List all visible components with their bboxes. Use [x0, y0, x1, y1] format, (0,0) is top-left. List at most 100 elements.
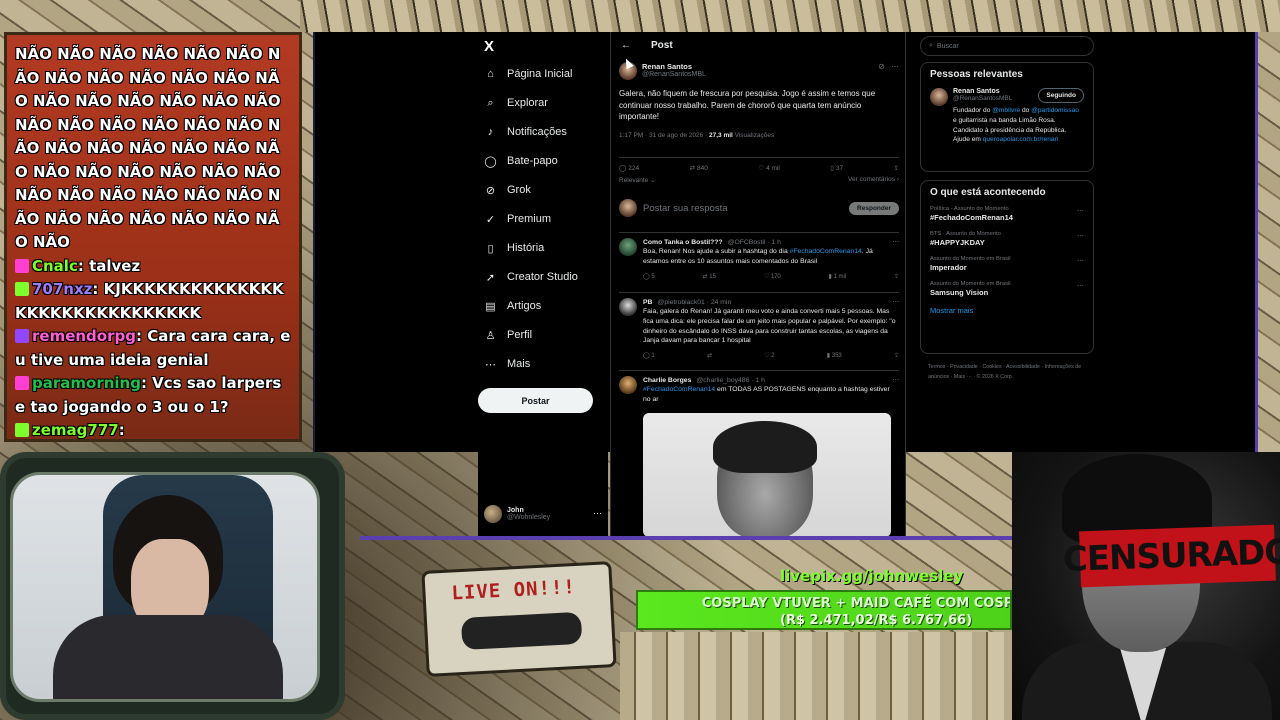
- person-handle[interactable]: @RenanSantosMBL: [953, 95, 1012, 102]
- reply-action[interactable]: ◯ 1: [643, 352, 655, 359]
- chat-message: remendorpg: Cara cara cara, eu tive uma …: [15, 325, 291, 372]
- sidebar-item-artigos[interactable]: ▤ Artigos: [484, 296, 541, 316]
- show-more-link[interactable]: Mostrar mais: [930, 306, 1084, 315]
- post-meta: 1:17 PM · 31 de ago de 2026 · 27,3 mil V…: [619, 132, 899, 139]
- sidebar-item-grok[interactable]: ⊘ Grok: [484, 180, 531, 200]
- reply-count: 5: [651, 273, 655, 280]
- person-name[interactable]: Renan Santos: [953, 88, 1012, 95]
- hashtag-link[interactable]: #FechadoComRenan14: [790, 248, 862, 255]
- sidebar-item-label: Explorar: [507, 97, 548, 109]
- follow-button[interactable]: Seguindo: [1038, 88, 1084, 103]
- reply-post[interactable]: Como Tanka o Bostil??? @OFCBostil · 1 h ⋯ B…: [619, 232, 899, 280]
- sidebar-item-mais[interactable]: ⋯ Mais: [484, 354, 530, 374]
- reply-image[interactable]: [643, 413, 891, 536]
- sidebar-item-hist-ria[interactable]: ▯ História: [484, 238, 544, 258]
- bio-link[interactable]: queroapoiar.com.br/renan: [983, 136, 1059, 143]
- chat-username[interactable]: remendorpg: [32, 327, 136, 345]
- avatar[interactable]: [930, 88, 948, 106]
- sidebar-item-creator-studio[interactable]: ➚ Creator Studio: [484, 267, 578, 287]
- share-icon[interactable]: ⇪: [894, 273, 899, 280]
- trend-item[interactable]: Assunto do Momento em Brasil Imperador ⋯: [930, 256, 1084, 272]
- reply-author-handle[interactable]: @OFCBostil · 1 h: [728, 239, 781, 246]
- more-icon[interactable]: ⋯: [892, 376, 899, 384]
- views-action[interactable]: ▮ 1 mil: [829, 273, 847, 280]
- more-icon[interactable]: ⋯: [1077, 257, 1084, 265]
- account-switcher[interactable]: John @Wohnlesley ⋯: [484, 502, 602, 526]
- more-icon[interactable]: ⋯: [1077, 207, 1084, 215]
- bio-link[interactable]: @partidomissao: [1031, 107, 1079, 114]
- reply-author-handle[interactable]: @charlie_boy486 · 1 h: [696, 377, 765, 384]
- sidebar-item-perfil[interactable]: ♙ Perfil: [484, 325, 533, 345]
- bio-link[interactable]: @mblivre: [992, 107, 1020, 114]
- reply-button[interactable]: Responder: [849, 201, 899, 215]
- browser-bottom-border: [360, 536, 1012, 540]
- reply-icon: ◯: [619, 165, 627, 172]
- hashtag-link[interactable]: #FechadoComRenan14: [643, 386, 715, 393]
- post-author-handle[interactable]: @RenanSantosMBL: [642, 71, 706, 78]
- like-action[interactable]: ♡ 4 mil: [758, 163, 780, 173]
- reply-author-name[interactable]: Como Tanka o Bostil???: [643, 239, 723, 246]
- chat-username[interactable]: Cnalc: [32, 257, 78, 275]
- share-icon[interactable]: ⇪: [894, 163, 899, 173]
- chat-username[interactable]: zemag777: [32, 421, 119, 439]
- like-action[interactable]: ♡ 170: [764, 273, 781, 280]
- chat-message: Cnalc: talvez: [15, 255, 291, 279]
- more-icon: ⋯: [485, 358, 496, 371]
- donation-goal-amount: (R$ 2.471,02/R$ 6.767,66): [779, 613, 973, 628]
- more-icon[interactable]: ⋯: [1077, 282, 1084, 290]
- trend-context: BTS · Assunto do Momento: [930, 231, 1001, 237]
- chat-message: paramorning: Vcs sao larpers e tao jogan…: [15, 372, 291, 419]
- x-logo[interactable]: X: [484, 38, 500, 55]
- sidebar-item-explorar[interactable]: ⌕ Explorar: [484, 93, 548, 113]
- post-button[interactable]: Postar: [478, 388, 593, 413]
- bookmark-action[interactable]: ▯ 37: [830, 163, 843, 173]
- trend-item[interactable]: Política · Assunto do Momento #FechadoCom…: [930, 206, 1084, 222]
- repost-action[interactable]: ⇄ 840: [690, 163, 708, 173]
- avatar[interactable]: [619, 376, 637, 394]
- search-input[interactable]: ⌕ Buscar: [920, 36, 1094, 56]
- sidebar-item-p-gina-inicial[interactable]: ⌂ Página Inicial: [484, 64, 572, 84]
- reply-count: 1: [651, 353, 655, 360]
- person-bio: Fundador do @mblivre do @partidomissao e…: [953, 106, 1084, 145]
- sidebar-item-bate-papo[interactable]: ◯ Bate-papo: [484, 151, 557, 171]
- sidebar-item-label: Perfil: [507, 329, 533, 341]
- post-author-name[interactable]: Renan Santos: [642, 62, 706, 71]
- see-comments-link[interactable]: Ver comentários ›: [848, 176, 899, 184]
- more-icon[interactable]: ⋯: [1077, 232, 1084, 240]
- post-timestamp[interactable]: 1:17 PM · 31 de ago de 2026 ·: [619, 132, 709, 139]
- reply-post[interactable]: Charlie Borges @charlie_boy486 · 1 h ⋯ #Fec…: [619, 370, 899, 405]
- home-icon: ⌂: [487, 68, 494, 80]
- repost-action[interactable]: ⇄: [707, 352, 712, 359]
- footer-links[interactable]: Termos · Privacidade · Cookies · Acessib…: [928, 362, 1088, 382]
- reply-input[interactable]: Postar sua resposta: [643, 203, 728, 214]
- like-action[interactable]: ♡ 2: [764, 352, 774, 359]
- sidebar-item-notifica-es[interactable]: ♪ Notificações: [484, 122, 567, 142]
- reply-action[interactable]: ◯ 224: [619, 163, 639, 173]
- sidebar-item-premium[interactable]: ✓ Premium: [484, 209, 551, 229]
- views-action[interactable]: ▮ 353: [827, 352, 842, 359]
- reply-author-handle[interactable]: @pietroblack01 · 24 min: [657, 299, 731, 306]
- share-icon[interactable]: ⇪: [894, 352, 899, 359]
- more-icon[interactable]: ⋯: [892, 238, 899, 246]
- reply-action[interactable]: ◯ 5: [643, 273, 655, 280]
- reply-post[interactable]: PB @pietroblack01 · 24 min ⋯ Faia, galera d…: [619, 292, 899, 359]
- chat-username[interactable]: paramorning: [32, 374, 141, 392]
- censored-banner: CENSURADO: [1062, 524, 1280, 588]
- trend-item[interactable]: BTS · Assunto do Momento #HAPPYJKDAY ⋯: [930, 231, 1084, 247]
- chat-badge-icon: [15, 376, 29, 390]
- grok-icon[interactable]: ⊘: [878, 62, 885, 71]
- avatar[interactable]: [619, 298, 637, 316]
- more-icon[interactable]: ⋯: [892, 298, 899, 306]
- repost-action[interactable]: ⇄ 15: [703, 273, 716, 280]
- avatar[interactable]: [619, 238, 637, 256]
- more-icon[interactable]: ⋯: [891, 62, 899, 71]
- more-icon[interactable]: ⋯: [593, 508, 602, 519]
- reply-author-name[interactable]: Charlie Borges: [643, 377, 691, 384]
- sort-dropdown[interactable]: Relevante ⌄: [619, 176, 656, 184]
- reply-author-name[interactable]: PB: [643, 299, 652, 306]
- back-arrow-icon[interactable]: ←: [621, 40, 631, 51]
- chat-username[interactable]: 707nxz: [32, 280, 92, 298]
- trends-card: O que está acontecendo Política · Assunt…: [920, 180, 1094, 354]
- trend-item[interactable]: Assunto do Momento em Brasil Samsung Visi…: [930, 281, 1084, 297]
- reply-text: #FechadoComRenan14 em TODAS AS POSTAGENS…: [643, 385, 899, 405]
